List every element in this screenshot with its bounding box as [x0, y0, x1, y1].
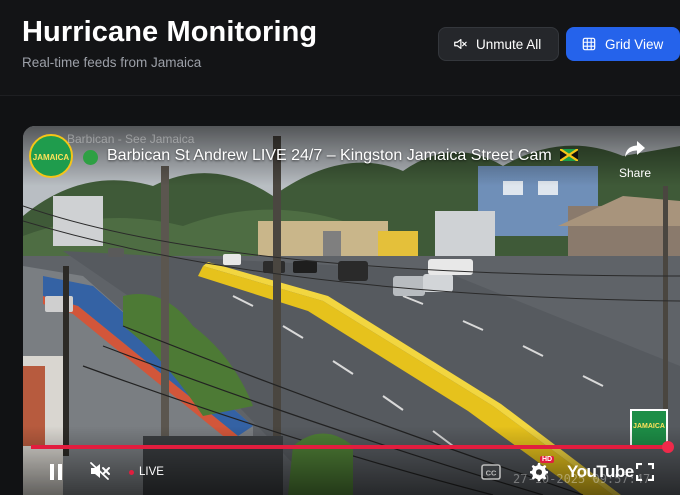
video-title[interactable]: Barbican St Andrew LIVE 24/7 – Kingston … — [107, 147, 579, 165]
progress-bar[interactable] — [31, 445, 671, 449]
svg-text:CC: CC — [486, 469, 497, 478]
camera-timestamp: 27-10-2025 09:57:47 — [513, 472, 651, 486]
live-red-dot — [129, 469, 134, 475]
page-subtitle: Real-time feeds from Jamaica — [22, 55, 202, 70]
video-title-text: Barbican St Andrew LIVE 24/7 – Kingston … — [107, 147, 552, 164]
unmute-all-label: Unmute All — [476, 36, 542, 52]
header-bar: Hurricane Monitoring Real-time feeds fro… — [0, 0, 680, 96]
share-arrow-icon — [624, 141, 646, 162]
page-title: Hurricane Monitoring — [22, 16, 318, 48]
cc-icon: CC — [481, 464, 501, 484]
pause-button[interactable] — [48, 463, 64, 486]
channel-name-faded: Barbican - See Jamaica — [67, 132, 195, 146]
mute-button[interactable] — [89, 461, 111, 486]
jamaica-flag-icon — [560, 149, 579, 161]
speaker-muted-icon — [89, 462, 111, 485]
share-label: Share — [618, 166, 652, 180]
speaker-muted-icon — [453, 37, 467, 51]
captions-button[interactable]: CC — [481, 464, 501, 485]
unmute-all-button[interactable]: Unmute All — [438, 27, 559, 61]
hd-badge: HD — [540, 456, 555, 463]
video-player[interactable]: JAMAICA Barbican - See Jamaica Barbican … — [23, 126, 680, 495]
grid-view-label: Grid View — [605, 36, 664, 52]
channel-logo-text: JAMAICA — [32, 153, 70, 162]
pause-icon — [48, 464, 64, 485]
grid-view-button[interactable]: Grid View — [566, 27, 680, 61]
progress-scrubber[interactable] — [662, 441, 674, 453]
live-label: LIVE — [139, 466, 164, 478]
grid-icon — [582, 37, 596, 51]
share-button[interactable]: Share — [617, 140, 653, 180]
live-indicator-dot — [83, 150, 98, 165]
live-badge[interactable]: LIVE — [129, 466, 164, 478]
